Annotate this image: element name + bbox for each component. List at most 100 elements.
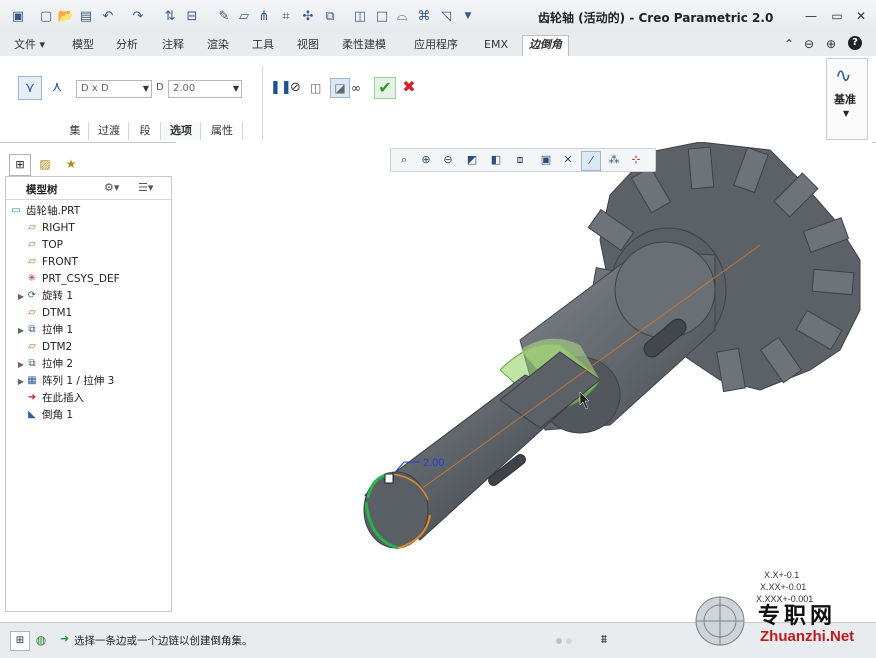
subtab-options[interactable]: 选项 <box>162 122 201 140</box>
redo-icon[interactable]: ↷ <box>130 8 146 24</box>
minimize-button[interactable]: — <box>802 8 820 24</box>
plane-icon[interactable]: ▱ <box>236 8 252 24</box>
zoom-in-icon[interactable]: ⊕ <box>417 151 435 169</box>
tree-item[interactable]: ✳ PRT_CSYS_DEF <box>6 271 166 288</box>
tree-item[interactable]: ▱ DTM1 <box>6 305 166 322</box>
no-preview-icon[interactable]: ⊘ <box>290 80 306 96</box>
regenerate-icon[interactable]: ⇅ <box>162 8 178 24</box>
tab-flexible-modeling[interactable]: 柔性建模 <box>336 36 392 54</box>
tree-item[interactable]: ▭ 齿轮轴.PRT <box>6 203 166 220</box>
tree-item[interactable]: ➜ 在此插入 <box>6 390 166 407</box>
datum-display-icon[interactable]: ✕ <box>559 151 577 169</box>
favorites-tab-icon[interactable]: ★ <box>61 154 81 174</box>
subtab-sets[interactable]: 集 <box>62 122 89 140</box>
tree-item-label: 阵列 1 / 拉伸 3 <box>42 375 115 387</box>
point-icon[interactable]: ⌗ <box>278 8 294 24</box>
open-file-icon[interactable]: 📂 <box>58 8 74 24</box>
tree-item[interactable]: ▶ ⧉ 拉伸 1 <box>6 322 166 339</box>
draft-icon[interactable]: ◹ <box>438 8 454 24</box>
chamfer-dashboard: ⋎ ⋏ D x D ▼ D 2.00 ▼ ❚❚ ⊘ ◫ ◪ ∞ ✔ ✖ 集 过渡 段… <box>0 56 876 143</box>
subtab-segments[interactable]: 段 <box>130 122 161 140</box>
precision-line-1: X.X+-0.1 <box>764 570 799 580</box>
expand-arrow-icon[interactable]: ▶ <box>16 288 26 305</box>
divider <box>262 66 263 140</box>
glasses-icon[interactable]: ∞ <box>351 80 369 96</box>
subtab-properties[interactable]: 属性 <box>202 122 243 140</box>
tab-edge-chamfer[interactable]: 边倒角 <box>522 35 569 56</box>
chamfer-set-mode-icon[interactable]: ⋎ <box>18 76 42 100</box>
maximize-button[interactable]: ▭ <box>828 8 846 24</box>
expand-arrow-icon[interactable]: ▶ <box>16 373 26 390</box>
folder-browser-tab-icon[interactable]: ▨ <box>35 154 55 174</box>
expand-arrow-icon[interactable]: ▶ <box>16 356 26 373</box>
shell-icon[interactable]: ⌓ <box>394 8 410 24</box>
axis-display-icon[interactable]: ⁄ <box>581 151 601 171</box>
tab-model[interactable]: 模型 <box>66 36 100 54</box>
tab-analysis[interactable]: 分析 <box>110 36 144 54</box>
axis-icon[interactable]: ⋔ <box>256 8 272 24</box>
box-icon[interactable]: □ <box>374 8 390 24</box>
model-tree-tab-icon[interactable]: ⊞ <box>9 154 31 176</box>
tree-item[interactable]: ▱ RIGHT <box>6 220 166 237</box>
dimension-scheme-select[interactable]: D x D ▼ <box>76 80 152 98</box>
repaint-icon[interactable]: ◩ <box>463 151 481 169</box>
cancel-button[interactable]: ✖ <box>400 78 418 96</box>
copy-icon[interactable]: ⧉ <box>322 8 338 24</box>
show-navigator-icon[interactable]: ⊞ <box>10 631 30 651</box>
drag-handle-icon[interactable] <box>384 473 394 484</box>
options-icon[interactable]: ⊕ <box>822 36 840 52</box>
zoom-out-icon[interactable]: ⊖ <box>439 151 457 169</box>
saved-orientations-icon[interactable]: ⧈ <box>511 151 529 169</box>
csys-display-icon[interactable]: ⊹ <box>627 151 645 169</box>
tab-annotate[interactable]: 注释 <box>156 36 190 54</box>
tree-item[interactable]: ▶ ⟳ 旋转 1 <box>6 288 166 305</box>
datum-group[interactable]: ∿ 基准 ▼ <box>826 58 868 140</box>
tree-item[interactable]: ◣ 倒角 1 <box>6 407 166 424</box>
windows-icon[interactable]: ⊟ <box>184 8 200 24</box>
transition-mode-icon[interactable]: ⋏ <box>46 76 68 98</box>
pattern-tool-icon[interactable]: ⌘ <box>416 8 432 24</box>
tree-item[interactable]: ▶ ▦ 阵列 1 / 拉伸 3 <box>6 373 166 390</box>
confirm-button[interactable]: ✔ <box>374 77 396 99</box>
tab-emx[interactable]: EMX <box>478 36 514 54</box>
tree-settings-icon[interactable]: ⚙▾ <box>104 181 119 194</box>
tree-show-icon[interactable]: ☰▾ <box>138 181 153 194</box>
help-icon[interactable]: ? <box>848 36 862 50</box>
customize-dropdown-icon[interactable]: ▼ <box>460 8 476 24</box>
close-window-button[interactable]: ✕ <box>852 8 870 24</box>
chevron-down-icon: ▼ <box>232 84 239 93</box>
expand-ribbon-icon[interactable]: ⊖ <box>800 36 818 52</box>
tree-item[interactable]: ▱ TOP <box>6 237 166 254</box>
preview-icon[interactable]: ◫ <box>310 80 326 96</box>
tree-item[interactable]: ▶ ⧉ 拉伸 2 <box>6 356 166 373</box>
gear-shaft-model[interactable]: 2.00 X.X+-0.1 X.XX+-0.01 X.XXX+-0.001 <box>176 141 872 620</box>
tab-view[interactable]: 视图 <box>291 36 325 54</box>
browser-icon[interactable]: ◍ <box>32 631 50 649</box>
expand-arrow-icon[interactable]: ▶ <box>16 322 26 339</box>
undo-icon[interactable]: ↶ <box>100 8 116 24</box>
minimize-ribbon-icon[interactable]: ⌃ <box>780 36 798 52</box>
tab-render[interactable]: 渲染 <box>201 36 235 54</box>
tree-item-label: 拉伸 1 <box>42 324 74 336</box>
dimension-value[interactable]: 2.00 <box>423 457 444 469</box>
point-display-icon[interactable]: ⁂ <box>605 151 623 169</box>
graphics-window[interactable]: 2.00 X.X+-0.1 X.XX+-0.01 X.XXX+-0.001 <box>176 141 872 620</box>
tree-item[interactable]: ▱ FRONT <box>6 254 166 271</box>
sketch-icon[interactable]: ✎ <box>216 8 232 24</box>
save-icon[interactable]: ▤ <box>78 8 94 24</box>
view-manager-icon[interactable]: ▣ <box>537 151 555 169</box>
csys-tool-icon[interactable]: ✣ <box>300 8 316 24</box>
pause-icon[interactable]: ❚❚ <box>270 80 292 96</box>
file-menu[interactable]: 文件 ▾ <box>8 36 51 54</box>
display-style-icon[interactable]: ◧ <box>487 151 505 169</box>
d-value-input[interactable]: 2.00 ▼ <box>168 80 242 98</box>
refit-icon[interactable]: ⌕ <box>395 151 413 169</box>
mirror-icon[interactable]: ◫ <box>352 8 368 24</box>
subtab-transitions[interactable]: 过渡 <box>90 122 129 140</box>
verify-icon[interactable]: ◪ <box>330 78 350 98</box>
selection-filter-icon[interactable]: ⩩ <box>594 630 614 648</box>
tree-item[interactable]: ▱ DTM2 <box>6 339 166 356</box>
tab-tools[interactable]: 工具 <box>246 36 280 54</box>
new-file-icon[interactable]: ▢ <box>38 8 54 24</box>
tab-applications[interactable]: 应用程序 <box>408 36 464 54</box>
